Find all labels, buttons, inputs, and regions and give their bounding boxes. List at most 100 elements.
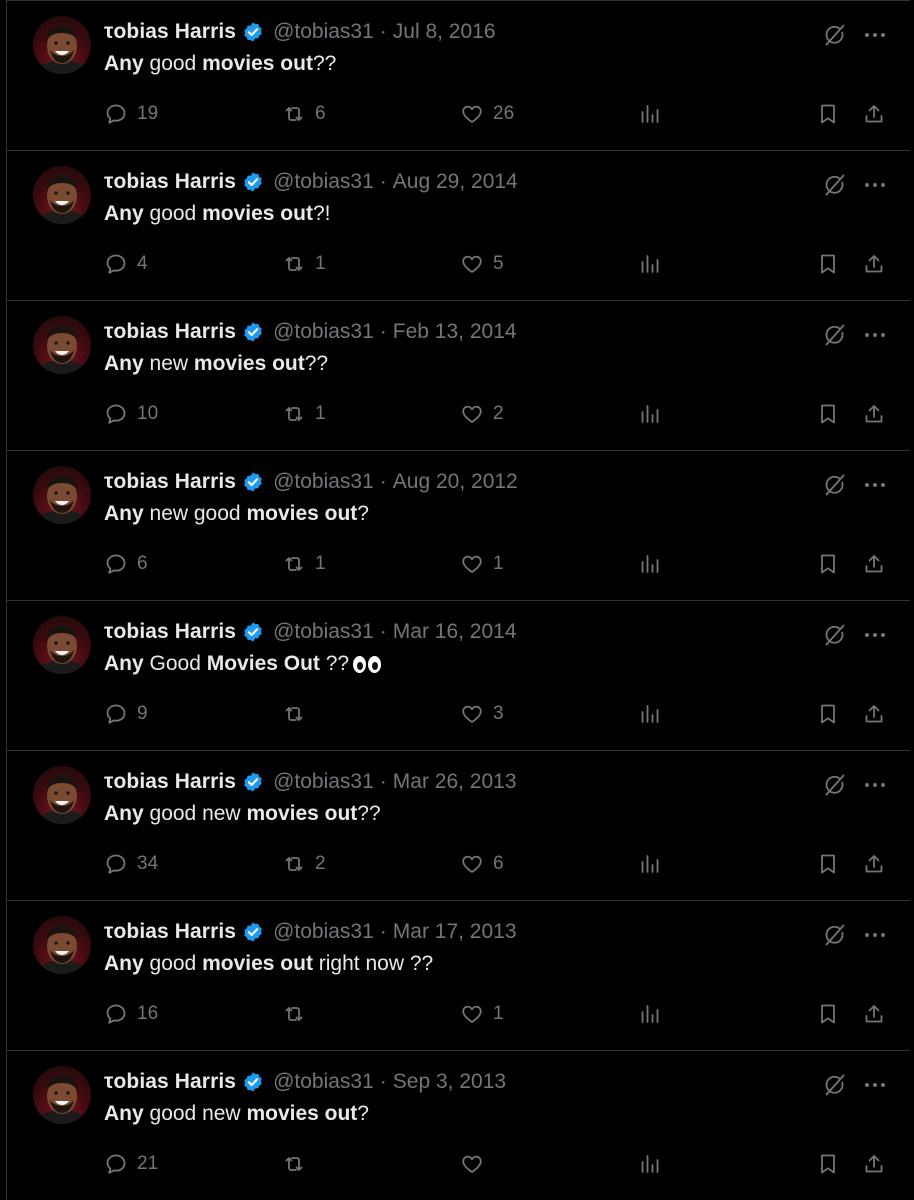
author-name[interactable]: τobias Harris (104, 620, 236, 644)
bookmark-button[interactable] (816, 550, 840, 578)
bookmark-button[interactable] (816, 400, 840, 428)
tweet[interactable]: τobias Harris @tobias31 · Mar 17, 2013 Any g… (0, 900, 914, 1050)
tweet-date[interactable]: Mar 26, 2013 (393, 770, 517, 793)
avatar[interactable] (33, 916, 91, 974)
views-button[interactable] (638, 1150, 662, 1178)
share-button[interactable] (862, 100, 886, 128)
grok-icon[interactable] (822, 22, 848, 48)
avatar[interactable] (33, 616, 91, 674)
more-options-icon[interactable] (862, 622, 888, 648)
tweet-date[interactable]: Feb 13, 2014 (393, 320, 517, 343)
reply-button[interactable]: 9 (104, 700, 148, 728)
share-button[interactable] (862, 550, 886, 578)
bookmark-button[interactable] (816, 250, 840, 278)
reply-button[interactable]: 34 (104, 850, 158, 878)
share-button[interactable] (862, 1000, 886, 1028)
share-button[interactable] (862, 250, 886, 278)
like-button[interactable]: 3 (460, 700, 504, 728)
reply-button[interactable]: 21 (104, 1150, 158, 1178)
bookmark-button[interactable] (816, 700, 840, 728)
reply-button[interactable]: 4 (104, 250, 148, 278)
grok-icon[interactable] (822, 922, 848, 948)
reply-button[interactable]: 16 (104, 1000, 158, 1028)
reply-button[interactable]: 10 (104, 400, 158, 428)
author-handle[interactable]: @tobias31 (273, 620, 374, 643)
more-options-icon[interactable] (862, 322, 888, 348)
grok-icon[interactable] (822, 322, 848, 348)
author-name[interactable]: τobias Harris (104, 770, 236, 794)
like-button[interactable]: 2 (460, 400, 504, 428)
author-handle[interactable]: @tobias31 (273, 920, 374, 943)
views-button[interactable] (638, 100, 662, 128)
views-button[interactable] (638, 850, 662, 878)
retweet-button[interactable]: 6 (282, 100, 326, 128)
author-handle[interactable]: @tobias31 (273, 770, 374, 793)
bookmark-button[interactable] (816, 1000, 840, 1028)
author-handle[interactable]: @tobias31 (273, 170, 374, 193)
like-button[interactable] (460, 1150, 484, 1178)
more-options-icon[interactable] (862, 472, 888, 498)
retweet-button[interactable]: 1 (282, 550, 326, 578)
grok-icon[interactable] (822, 1072, 848, 1098)
share-button[interactable] (862, 400, 886, 428)
more-options-icon[interactable] (862, 1072, 888, 1098)
more-options-icon[interactable] (862, 772, 888, 798)
tweet-date[interactable]: Jul 8, 2016 (393, 20, 496, 43)
bookmark-button[interactable] (816, 1150, 840, 1178)
more-options-icon[interactable] (862, 922, 888, 948)
retweet-button[interactable]: 1 (282, 250, 326, 278)
avatar[interactable] (33, 166, 91, 224)
author-name[interactable]: τobias Harris (104, 20, 236, 44)
share-button[interactable] (862, 850, 886, 878)
grok-icon[interactable] (822, 772, 848, 798)
avatar[interactable] (33, 1066, 91, 1124)
author-handle[interactable]: @tobias31 (273, 20, 374, 43)
retweet-button[interactable]: 1 (282, 400, 326, 428)
tweet[interactable]: τobias Harris @tobias31 · Sep 3, 2013 Any go… (0, 1050, 914, 1200)
like-button[interactable]: 1 (460, 550, 504, 578)
like-button[interactable]: 26 (460, 100, 514, 128)
author-name[interactable]: τobias Harris (104, 920, 236, 944)
tweet[interactable]: τobias Harris @tobias31 · Jul 8, 2016 Any go… (0, 0, 914, 150)
author-handle[interactable]: @tobias31 (273, 1070, 374, 1093)
author-name[interactable]: τobias Harris (104, 320, 236, 344)
avatar[interactable] (33, 766, 91, 824)
share-button[interactable] (862, 1150, 886, 1178)
like-button[interactable]: 6 (460, 850, 504, 878)
tweet-date[interactable]: Aug 20, 2012 (393, 470, 518, 493)
retweet-button[interactable] (282, 1000, 306, 1028)
avatar[interactable] (33, 16, 91, 74)
tweet-date[interactable]: Sep 3, 2013 (393, 1070, 506, 1093)
tweet-date[interactable]: Mar 16, 2014 (393, 620, 517, 643)
grok-icon[interactable] (822, 472, 848, 498)
views-button[interactable] (638, 700, 662, 728)
avatar[interactable] (33, 466, 91, 524)
retweet-button[interactable] (282, 1150, 306, 1178)
more-options-icon[interactable] (862, 172, 888, 198)
like-button[interactable]: 1 (460, 1000, 504, 1028)
tweet-date[interactable]: Aug 29, 2014 (393, 170, 518, 193)
views-button[interactable] (638, 250, 662, 278)
views-button[interactable] (638, 400, 662, 428)
reply-button[interactable]: 19 (104, 100, 158, 128)
reply-button[interactable]: 6 (104, 550, 148, 578)
author-name[interactable]: τobias Harris (104, 170, 236, 194)
like-button[interactable]: 5 (460, 250, 504, 278)
tweet[interactable]: τobias Harris @tobias31 · Mar 16, 2014 Any G… (0, 600, 914, 750)
tweet[interactable]: τobias Harris @tobias31 · Mar 26, 2013 Any g… (0, 750, 914, 900)
tweet-date[interactable]: Mar 17, 2013 (393, 920, 517, 943)
views-button[interactable] (638, 1000, 662, 1028)
author-name[interactable]: τobias Harris (104, 470, 236, 494)
more-options-icon[interactable] (862, 22, 888, 48)
grok-icon[interactable] (822, 172, 848, 198)
author-handle[interactable]: @tobias31 (273, 470, 374, 493)
tweet[interactable]: τobias Harris @tobias31 · Feb 13, 2014 Any n… (0, 300, 914, 450)
author-name[interactable]: τobias Harris (104, 1070, 236, 1094)
bookmark-button[interactable] (816, 850, 840, 878)
tweet[interactable]: τobias Harris @tobias31 · Aug 20, 2012 Any n… (0, 450, 914, 600)
tweet[interactable]: τobias Harris @tobias31 · Aug 29, 2014 Any g… (0, 150, 914, 300)
share-button[interactable] (862, 700, 886, 728)
author-handle[interactable]: @tobias31 (273, 320, 374, 343)
bookmark-button[interactable] (816, 100, 840, 128)
retweet-button[interactable] (282, 700, 306, 728)
